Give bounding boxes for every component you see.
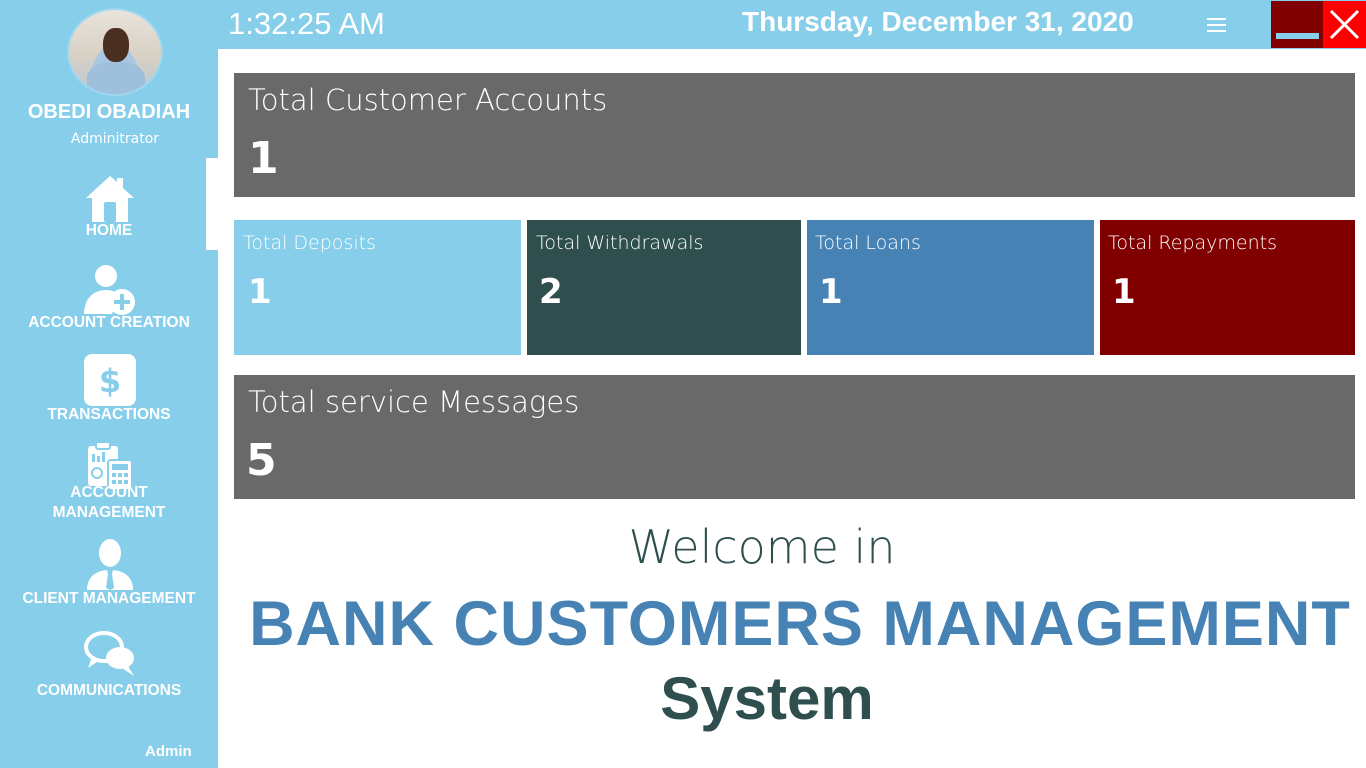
avatar <box>67 8 163 96</box>
customer-accounts-card: Total Customer Accounts 1 <box>234 73 1355 197</box>
withdrawals-value: 2 <box>539 272 563 312</box>
nav-label-client-management: CLIENT MANAGEMENT <box>22 590 196 607</box>
menu-icon <box>1203 18 1233 32</box>
loans-value: 1 <box>819 272 843 312</box>
loans-label: Total Loans <box>815 232 921 254</box>
minimize-icon <box>1276 33 1319 39</box>
close-button[interactable] <box>1323 1 1366 48</box>
customer-accounts-value: 1 <box>248 133 279 184</box>
service-messages-value: 5 <box>246 435 277 486</box>
dollar-icon: $ <box>84 354 136 406</box>
menu-button[interactable] <box>1203 14 1233 38</box>
nav-item-account-management[interactable]: ACCOUNT MANAGEMENT <box>0 440 218 525</box>
service-messages-card: Total service Messages 5 <box>234 375 1355 499</box>
footer-user-label: Admin <box>145 743 192 760</box>
nav-item-communications[interactable]: COMMUNICATIONS <box>0 628 218 703</box>
withdrawals-label: Total Withdrawals <box>536 232 704 254</box>
app-title: BANK CUSTOMERS MANAGEMENT <box>249 589 1351 659</box>
clock: 1:32:25 AM <box>228 6 385 41</box>
sidebar: OBEDI OBADIAH Adminitrator HOME ACCOUNT … <box>0 0 218 768</box>
client-icon <box>87 539 133 590</box>
date: Thursday, December 31, 2020 <box>742 6 1134 37</box>
minimize-button[interactable] <box>1271 1 1323 48</box>
chat-bubbles-icon <box>84 631 134 676</box>
nav-item-transactions[interactable]: $ TRANSACTIONS <box>0 352 218 427</box>
user-name: OBEDI OBADIAH <box>27 101 191 123</box>
withdrawals-card: Total Withdrawals 2 <box>527 220 801 355</box>
welcome-text: Welcome in <box>628 520 896 574</box>
svg-text:$: $ <box>99 362 121 400</box>
nav-label-account-management-line2: MANAGEMENT <box>52 504 166 521</box>
nav-label-account-management-line1: ACCOUNT <box>70 484 148 501</box>
deposits-card: Total Deposits 1 <box>234 220 521 355</box>
top-bar: 1:32:25 AM Thursday, December 31, 2020 <box>218 0 1366 49</box>
repayments-label: Total Repayments <box>1108 232 1277 254</box>
repayments-card: Total Repayments 1 <box>1100 220 1355 355</box>
nav-label-account-creation: ACCOUNT CREATION <box>28 314 190 331</box>
deposits-label: Total Deposits <box>243 232 376 254</box>
nav-item-client-management[interactable]: CLIENT MANAGEMENT <box>0 536 218 611</box>
nav-label-transactions: TRANSACTIONS <box>47 406 171 423</box>
service-messages-label: Total service Messages <box>248 385 580 419</box>
app-subtitle: System <box>660 665 874 732</box>
close-icon <box>1329 9 1360 40</box>
add-user-icon <box>84 265 135 315</box>
deposits-value: 1 <box>248 272 272 312</box>
nav-label-home: HOME <box>85 222 133 239</box>
nav-label-communications: COMMUNICATIONS <box>36 682 182 699</box>
user-role: Adminitrator <box>70 131 160 147</box>
nav-item-account-creation[interactable]: ACCOUNT CREATION <box>0 260 218 335</box>
home-icon <box>86 176 134 222</box>
loans-card: Total Loans 1 <box>807 220 1094 355</box>
repayments-value: 1 <box>1112 272 1136 312</box>
nav-item-home[interactable]: HOME <box>0 170 218 245</box>
customer-accounts-label: Total Customer Accounts <box>248 83 608 117</box>
